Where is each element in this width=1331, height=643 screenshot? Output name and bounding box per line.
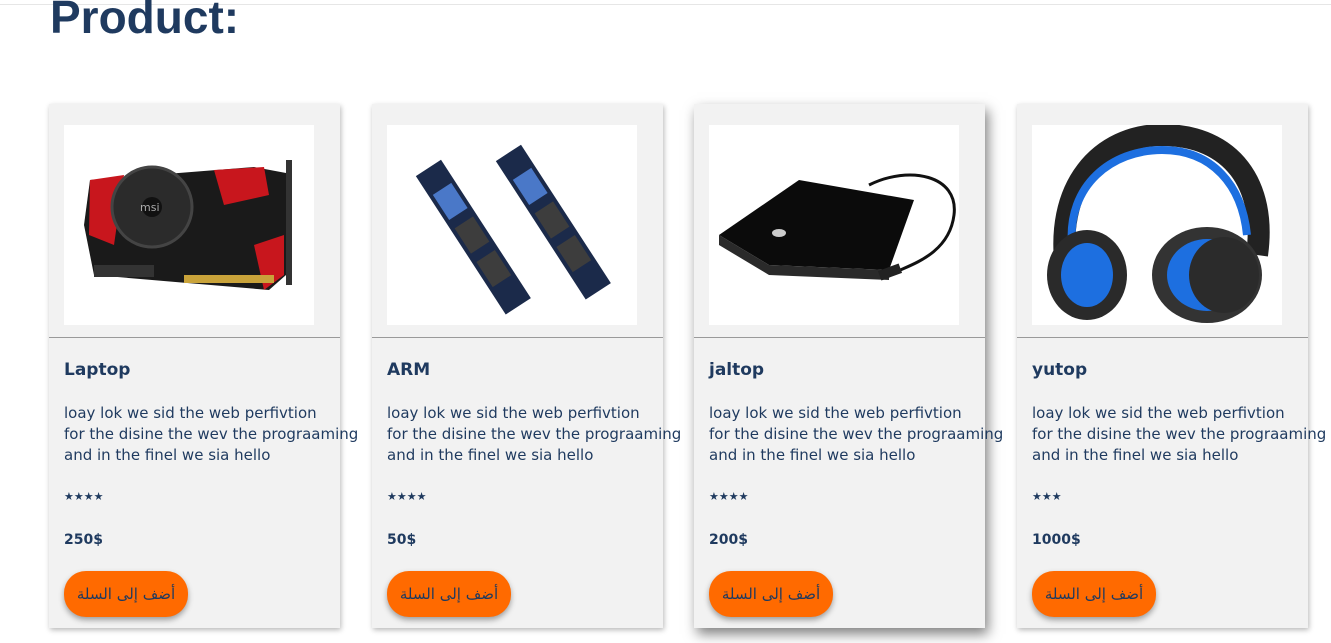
product-title: ARM — [387, 360, 431, 380]
product-card: jaltop loay lok we sid the web perfivtio… — [694, 104, 1003, 628]
product-price: 250$ — [64, 532, 103, 548]
card-divider — [372, 337, 663, 338]
description-line: and in the finel we sia hello — [709, 446, 916, 464]
description-line: for the disine the wev the prograaming — [64, 425, 359, 443]
product-description: loay lok we sid the web perfivtion for t… — [64, 403, 359, 466]
product-image-graphics-card: msi — [64, 125, 314, 325]
product-card: yutop loay lok we sid the web perfivtion… — [1017, 104, 1326, 628]
product-price: 50$ — [387, 532, 417, 548]
description-line: loay lok we sid the web perfivtion — [1032, 404, 1285, 422]
description-line: for the disine the wev the prograaming — [709, 425, 1004, 443]
product-image-hard-drive — [709, 125, 959, 325]
description-line: for the disine the wev the prograaming — [1032, 425, 1327, 443]
description-line: for the disine the wev the prograaming — [387, 425, 682, 443]
star-rating: ★★★★ — [387, 490, 427, 503]
add-to-cart-button[interactable]: أضف إلى السلة — [709, 571, 833, 617]
star-rating: ★★★ — [1032, 490, 1062, 503]
product-description: loay lok we sid the web perfivtion for t… — [709, 403, 1004, 466]
product-description: loay lok we sid the web perfivtion for t… — [1032, 403, 1327, 466]
star-rating: ★★★★ — [709, 490, 749, 503]
star-rating: ★★★★ — [64, 490, 104, 503]
add-to-cart-button[interactable]: أضف إلى السلة — [64, 571, 188, 617]
description-line: and in the finel we sia hello — [64, 446, 271, 464]
card-divider — [49, 337, 340, 338]
add-to-cart-button[interactable]: أضف إلى السلة — [387, 571, 511, 617]
svg-text:msi: msi — [140, 201, 160, 214]
description-line: loay lok we sid the web perfivtion — [387, 404, 640, 422]
product-image-headphones — [1032, 125, 1282, 325]
description-line: and in the finel we sia hello — [387, 446, 594, 464]
page-title: Product: — [50, 0, 240, 43]
product-title: yutop — [1032, 360, 1088, 380]
add-to-cart-button[interactable]: أضف إلى السلة — [1032, 571, 1156, 617]
description-line: loay lok we sid the web perfivtion — [709, 404, 962, 422]
product-title: jaltop — [709, 360, 765, 380]
description-line: and in the finel we sia hello — [1032, 446, 1239, 464]
card-divider — [1017, 337, 1308, 338]
card-divider — [694, 337, 985, 338]
product-card: ARM loay lok we sid the web perfivtion f… — [372, 104, 681, 628]
product-card: msi Laptop loay lok we sid the web perfi… — [49, 104, 358, 628]
product-price: 1000$ — [1032, 532, 1081, 548]
product-description: loay lok we sid the web perfivtion for t… — [387, 403, 682, 466]
product-title: Laptop — [64, 360, 131, 380]
product-image-ram — [387, 125, 637, 325]
product-price: 200$ — [709, 532, 748, 548]
description-line: loay lok we sid the web perfivtion — [64, 404, 317, 422]
